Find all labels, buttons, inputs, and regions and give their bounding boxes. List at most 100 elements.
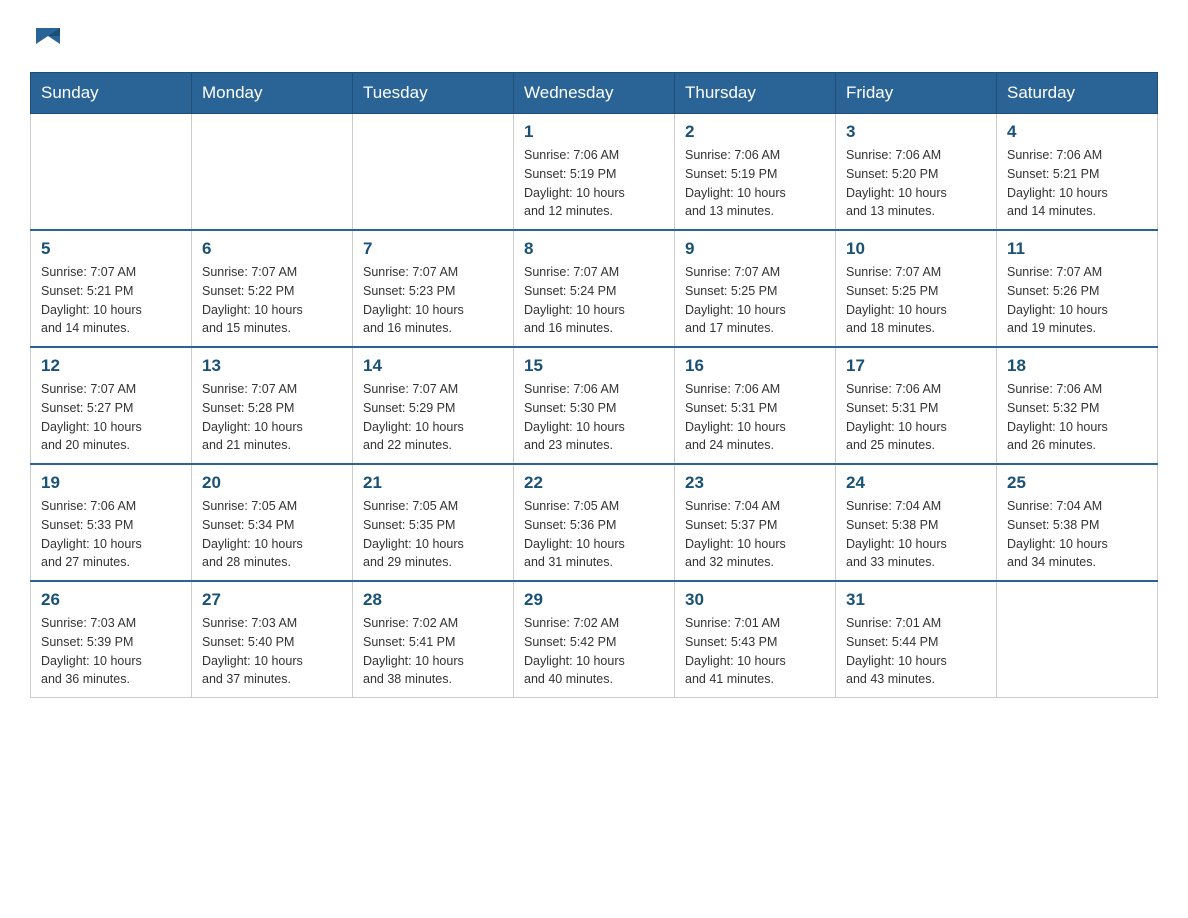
day-info: Sunrise: 7:07 AMSunset: 5:22 PMDaylight:…: [202, 263, 342, 338]
calendar-cell: [192, 114, 353, 231]
day-number: 12: [41, 356, 181, 376]
calendar-cell: 22 Sunrise: 7:05 AMSunset: 5:36 PMDayligh…: [514, 464, 675, 581]
page-header: [30, 20, 1158, 52]
calendar-cell: 7 Sunrise: 7:07 AMSunset: 5:23 PMDaylight…: [353, 230, 514, 347]
day-number: 8: [524, 239, 664, 259]
day-info: Sunrise: 7:01 AMSunset: 5:44 PMDaylight:…: [846, 614, 986, 689]
day-info: Sunrise: 7:07 AMSunset: 5:27 PMDaylight:…: [41, 380, 181, 455]
day-number: 27: [202, 590, 342, 610]
calendar-cell: 3 Sunrise: 7:06 AMSunset: 5:20 PMDaylight…: [836, 114, 997, 231]
calendar-cell: 27 Sunrise: 7:03 AMSunset: 5:40 PMDayligh…: [192, 581, 353, 698]
weekday-header-thursday: Thursday: [675, 73, 836, 114]
calendar-cell: 23 Sunrise: 7:04 AMSunset: 5:37 PMDayligh…: [675, 464, 836, 581]
calendar-cell: 31Sunrise: 7:01 AMSunset: 5:44 PMDayligh…: [836, 581, 997, 698]
calendar-week-row: 1 Sunrise: 7:06 AMSunset: 5:19 PMDaylight…: [31, 114, 1158, 231]
logo: [30, 20, 66, 52]
day-number: 19: [41, 473, 181, 493]
day-number: 25: [1007, 473, 1147, 493]
day-number: 23: [685, 473, 825, 493]
day-info: Sunrise: 7:05 AMSunset: 5:35 PMDaylight:…: [363, 497, 503, 572]
calendar-cell: 8 Sunrise: 7:07 AMSunset: 5:24 PMDaylight…: [514, 230, 675, 347]
day-number: 29: [524, 590, 664, 610]
day-info: Sunrise: 7:06 AMSunset: 5:19 PMDaylight:…: [524, 146, 664, 221]
day-number: 16: [685, 356, 825, 376]
calendar-cell: 2Sunrise: 7:06 AMSunset: 5:19 PMDaylight…: [675, 114, 836, 231]
calendar-cell: 17 Sunrise: 7:06 AMSunset: 5:31 PMDayligh…: [836, 347, 997, 464]
day-number: 9: [685, 239, 825, 259]
calendar-week-row: 12 Sunrise: 7:07 AMSunset: 5:27 PMDayligh…: [31, 347, 1158, 464]
calendar-cell: 15Sunrise: 7:06 AMSunset: 5:30 PMDayligh…: [514, 347, 675, 464]
weekday-header-tuesday: Tuesday: [353, 73, 514, 114]
calendar-cell: [31, 114, 192, 231]
calendar-cell: 12 Sunrise: 7:07 AMSunset: 5:27 PMDayligh…: [31, 347, 192, 464]
calendar-week-row: 26 Sunrise: 7:03 AMSunset: 5:39 PMDayligh…: [31, 581, 1158, 698]
day-number: 11: [1007, 239, 1147, 259]
calendar-cell: 16 Sunrise: 7:06 AMSunset: 5:31 PMDayligh…: [675, 347, 836, 464]
calendar-cell: 26 Sunrise: 7:03 AMSunset: 5:39 PMDayligh…: [31, 581, 192, 698]
day-number: 5: [41, 239, 181, 259]
day-number: 7: [363, 239, 503, 259]
calendar-cell: 25Sunrise: 7:04 AMSunset: 5:38 PMDayligh…: [997, 464, 1158, 581]
calendar-cell: 1 Sunrise: 7:06 AMSunset: 5:19 PMDaylight…: [514, 114, 675, 231]
day-info: Sunrise: 7:03 AMSunset: 5:39 PMDaylight:…: [41, 614, 181, 689]
calendar-cell: 29 Sunrise: 7:02 AMSunset: 5:42 PMDayligh…: [514, 581, 675, 698]
day-number: 22: [524, 473, 664, 493]
calendar-table: SundayMondayTuesdayWednesdayThursdayFrid…: [30, 72, 1158, 698]
day-info: Sunrise: 7:07 AMSunset: 5:25 PMDaylight:…: [685, 263, 825, 338]
day-number: 13: [202, 356, 342, 376]
day-info: Sunrise: 7:07 AMSunset: 5:26 PMDaylight:…: [1007, 263, 1147, 338]
day-info: Sunrise: 7:07 AMSunset: 5:25 PMDaylight:…: [846, 263, 986, 338]
day-number: 18: [1007, 356, 1147, 376]
weekday-header-sunday: Sunday: [31, 73, 192, 114]
day-info: Sunrise: 7:07 AMSunset: 5:24 PMDaylight:…: [524, 263, 664, 338]
day-info: Sunrise: 7:04 AMSunset: 5:37 PMDaylight:…: [685, 497, 825, 572]
calendar-cell: 28Sunrise: 7:02 AMSunset: 5:41 PMDayligh…: [353, 581, 514, 698]
day-number: 2: [685, 122, 825, 142]
weekday-header-friday: Friday: [836, 73, 997, 114]
day-info: Sunrise: 7:02 AMSunset: 5:42 PMDaylight:…: [524, 614, 664, 689]
weekday-header-wednesday: Wednesday: [514, 73, 675, 114]
day-number: 20: [202, 473, 342, 493]
calendar-cell: 6 Sunrise: 7:07 AMSunset: 5:22 PMDaylight…: [192, 230, 353, 347]
day-info: Sunrise: 7:06 AMSunset: 5:31 PMDaylight:…: [846, 380, 986, 455]
calendar-week-row: 5 Sunrise: 7:07 AMSunset: 5:21 PMDaylight…: [31, 230, 1158, 347]
calendar-cell: 21Sunrise: 7:05 AMSunset: 5:35 PMDayligh…: [353, 464, 514, 581]
day-info: Sunrise: 7:07 AMSunset: 5:29 PMDaylight:…: [363, 380, 503, 455]
calendar-cell: 30 Sunrise: 7:01 AMSunset: 5:43 PMDayligh…: [675, 581, 836, 698]
day-info: Sunrise: 7:01 AMSunset: 5:43 PMDaylight:…: [685, 614, 825, 689]
day-info: Sunrise: 7:06 AMSunset: 5:31 PMDaylight:…: [685, 380, 825, 455]
day-info: Sunrise: 7:06 AMSunset: 5:32 PMDaylight:…: [1007, 380, 1147, 455]
calendar-cell: 4Sunrise: 7:06 AMSunset: 5:21 PMDaylight…: [997, 114, 1158, 231]
day-number: 10: [846, 239, 986, 259]
day-info: Sunrise: 7:07 AMSunset: 5:21 PMDaylight:…: [41, 263, 181, 338]
day-number: 3: [846, 122, 986, 142]
calendar-cell: [353, 114, 514, 231]
day-info: Sunrise: 7:03 AMSunset: 5:40 PMDaylight:…: [202, 614, 342, 689]
day-number: 24: [846, 473, 986, 493]
day-number: 14: [363, 356, 503, 376]
calendar-cell: 14 Sunrise: 7:07 AMSunset: 5:29 PMDayligh…: [353, 347, 514, 464]
day-info: Sunrise: 7:04 AMSunset: 5:38 PMDaylight:…: [846, 497, 986, 572]
day-info: Sunrise: 7:06 AMSunset: 5:33 PMDaylight:…: [41, 497, 181, 572]
calendar-cell: 9 Sunrise: 7:07 AMSunset: 5:25 PMDaylight…: [675, 230, 836, 347]
day-number: 30: [685, 590, 825, 610]
day-number: 1: [524, 122, 664, 142]
calendar-cell: [997, 581, 1158, 698]
calendar-cell: 20Sunrise: 7:05 AMSunset: 5:34 PMDayligh…: [192, 464, 353, 581]
day-info: Sunrise: 7:06 AMSunset: 5:30 PMDaylight:…: [524, 380, 664, 455]
calendar-cell: 13Sunrise: 7:07 AMSunset: 5:28 PMDayligh…: [192, 347, 353, 464]
day-info: Sunrise: 7:06 AMSunset: 5:20 PMDaylight:…: [846, 146, 986, 221]
day-number: 26: [41, 590, 181, 610]
day-info: Sunrise: 7:02 AMSunset: 5:41 PMDaylight:…: [363, 614, 503, 689]
calendar-cell: 24 Sunrise: 7:04 AMSunset: 5:38 PMDayligh…: [836, 464, 997, 581]
day-info: Sunrise: 7:05 AMSunset: 5:36 PMDaylight:…: [524, 497, 664, 572]
day-number: 4: [1007, 122, 1147, 142]
weekday-header-saturday: Saturday: [997, 73, 1158, 114]
calendar-week-row: 19 Sunrise: 7:06 AMSunset: 5:33 PMDayligh…: [31, 464, 1158, 581]
day-info: Sunrise: 7:07 AMSunset: 5:23 PMDaylight:…: [363, 263, 503, 338]
logo-icon: [32, 20, 64, 52]
weekday-header-row: SundayMondayTuesdayWednesdayThursdayFrid…: [31, 73, 1158, 114]
day-number: 6: [202, 239, 342, 259]
calendar-cell: 10 Sunrise: 7:07 AMSunset: 5:25 PMDayligh…: [836, 230, 997, 347]
day-number: 17: [846, 356, 986, 376]
